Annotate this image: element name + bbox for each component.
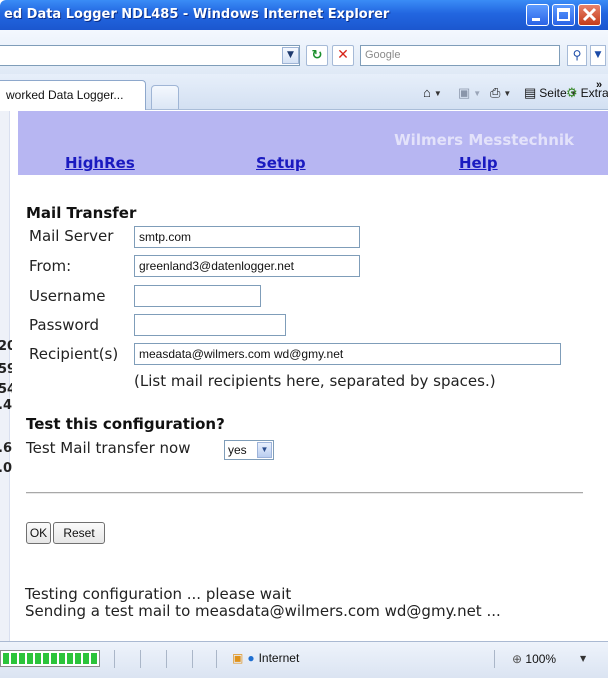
address-input[interactable]	[0, 45, 300, 66]
mail-transfer-heading: Mail Transfer	[26, 204, 137, 222]
stop-icon: ✕	[337, 47, 349, 63]
test-config-heading: Test this configuration?	[26, 415, 225, 433]
divider	[26, 492, 583, 494]
mail-server-label: Mail Server	[29, 227, 114, 245]
fragment-text: 20	[0, 339, 12, 354]
progress-fill	[3, 653, 97, 664]
page-load-progress	[0, 650, 100, 667]
divider	[494, 650, 495, 668]
chevron-down-icon[interactable]: ▼	[580, 654, 586, 663]
search-options-button[interactable]: ▼	[590, 45, 606, 66]
chevron-down-icon: ▼	[473, 88, 482, 98]
search-input[interactable]: Google	[360, 45, 560, 66]
gear-icon: ⚙	[566, 85, 578, 100]
nav-link-setup[interactable]: Setup	[256, 154, 306, 172]
globe-icon: ●	[247, 651, 255, 665]
protected-mode-icon: ▣	[232, 651, 244, 665]
zone-label: Internet	[258, 651, 300, 665]
recipients-input[interactable]: measdata@wilmers.com wd@gmy.net	[134, 343, 561, 365]
printer-icon: ⎙	[490, 85, 501, 100]
maximize-icon	[557, 8, 570, 21]
from-input[interactable]: greenland3@datenlogger.net	[134, 255, 360, 277]
fragment-text: 59	[0, 362, 12, 377]
feeds-button[interactable]: ▣ ▼	[458, 86, 481, 100]
divider	[166, 650, 167, 668]
new-tab-button[interactable]	[151, 85, 179, 109]
test-mail-selected: yes	[228, 443, 247, 457]
background-window-fragments: 20 59 54 .4 .6 .0	[0, 111, 12, 641]
toolbar-overflow-button[interactable]: »	[596, 79, 602, 91]
username-label: Username	[29, 287, 106, 305]
test-mail-label: Test Mail transfer now	[26, 439, 191, 457]
ok-button[interactable]: OK	[26, 522, 51, 544]
chevron-down-icon: ▼	[433, 88, 442, 98]
recipients-label: Recipient(s)	[29, 345, 119, 363]
status-bar: ▣ ● Internet ⊕ 100% ▼	[0, 641, 608, 678]
chevron-down-icon: ▼	[257, 442, 272, 458]
tab-data-logger[interactable]: worked Data Logger...	[0, 80, 146, 110]
minimize-button[interactable]	[526, 4, 549, 26]
recipients-hint: (List mail recipients here, separated by…	[134, 372, 496, 390]
fragment-text: .6	[0, 441, 12, 456]
password-input[interactable]	[134, 314, 286, 336]
search-button[interactable]: ⚲	[567, 45, 587, 66]
stop-button[interactable]: ✕	[332, 45, 354, 66]
home-icon: ⌂	[423, 85, 431, 100]
close-icon	[582, 7, 597, 22]
feed-icon: ▣	[458, 85, 471, 100]
reset-button[interactable]: Reset	[53, 522, 105, 544]
nav-link-highres[interactable]: HighRes	[65, 154, 135, 172]
divider	[192, 650, 193, 668]
zoom-level-button[interactable]: ⊕ 100%	[512, 652, 556, 666]
zoom-icon: ⊕	[512, 652, 523, 666]
nav-link-help[interactable]: Help	[459, 154, 498, 172]
divider	[114, 650, 115, 668]
window-title: ed Data Logger NDL485 - Windows Internet…	[4, 7, 390, 22]
tab-command-bar: worked Data Logger... ⌂ ▼ ▣ ▼ ⎙ ▼ ▤ Seit…	[0, 74, 608, 110]
security-zone[interactable]: ▣ ● Internet	[232, 651, 299, 665]
chevron-down-icon: ▼	[594, 50, 602, 60]
print-button[interactable]: ⎙ ▼	[490, 86, 511, 100]
from-label: From:	[29, 257, 72, 275]
minimize-icon	[532, 18, 540, 21]
refresh-button[interactable]: ↻	[306, 45, 328, 66]
refresh-icon: ↻	[311, 48, 323, 63]
page-header: Wilmers Messtechnik HighRes Setup Help	[18, 111, 608, 175]
status-line-2: Sending a test mail to measdata@wilmers.…	[25, 602, 501, 620]
username-input[interactable]	[134, 285, 261, 307]
chevron-down-icon: ▼	[287, 50, 294, 60]
divider	[216, 650, 217, 668]
brand-name: Wilmers Messtechnik	[394, 131, 574, 149]
address-dropdown-button[interactable]: ▼	[282, 47, 299, 64]
title-bar: ed Data Logger NDL485 - Windows Internet…	[0, 0, 608, 30]
divider	[140, 650, 141, 668]
magnifier-icon: ⚲	[572, 48, 582, 62]
password-label: Password	[29, 316, 100, 334]
mail-server-input[interactable]: smtp.com	[134, 226, 360, 248]
status-line-1: Testing configuration ... please wait	[25, 585, 292, 603]
fragment-text: .4	[0, 398, 12, 413]
page-icon: ▤	[524, 85, 537, 100]
fragment-text: 54	[0, 382, 12, 397]
zoom-level: 100%	[525, 652, 557, 666]
mail-settings-form: Mail Transfer Mail Server smtp.com From:…	[18, 175, 608, 641]
fragment-text: .0	[0, 461, 12, 476]
address-bar-row: ▼ ↻ ✕ Google ⚲ ▼	[0, 30, 608, 74]
test-mail-select[interactable]: yes ▼	[224, 440, 274, 460]
tools-menu-label: Extras	[580, 86, 608, 100]
chevron-down-icon: ▼	[503, 88, 512, 98]
home-button[interactable]: ⌂ ▼	[423, 86, 442, 100]
maximize-button[interactable]	[552, 4, 575, 26]
page-menu-label: Seite	[539, 86, 567, 100]
close-button[interactable]	[578, 4, 601, 26]
